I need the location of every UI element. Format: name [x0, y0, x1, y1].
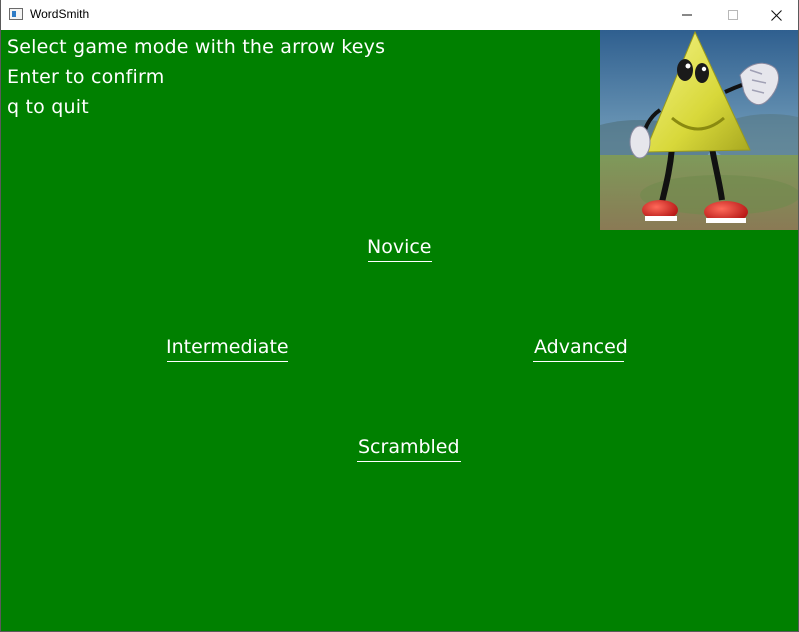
minimize-icon	[682, 14, 692, 16]
instruction-confirm: Enter to confirm	[7, 66, 165, 88]
mode-option-novice[interactable]: Novice	[367, 236, 432, 258]
mode-option-intermediate[interactable]: Intermediate	[166, 336, 289, 358]
mode-underline-intermediate	[167, 361, 288, 362]
mode-option-advanced[interactable]: Advanced	[534, 336, 628, 358]
mode-option-scrambled[interactable]: Scrambled	[358, 436, 460, 458]
app-window-icon	[9, 8, 23, 20]
mode-underline-advanced	[533, 361, 624, 362]
mascot-image	[600, 30, 798, 230]
mode-underline-novice	[368, 261, 432, 262]
close-button[interactable]	[753, 0, 798, 30]
minimize-button[interactable]	[664, 0, 710, 30]
mode-underline-scrambled	[357, 461, 461, 462]
instruction-quit: q to quit	[7, 96, 89, 118]
game-canvas[interactable]: Select game mode with the arrow keys Ent…	[1, 30, 798, 631]
app-window: WordSmith Select game mode with the arro…	[0, 0, 799, 632]
maximize-icon	[728, 10, 738, 20]
title-bar[interactable]: WordSmith	[1, 0, 798, 30]
maximize-button[interactable]	[710, 0, 756, 30]
instruction-select-mode: Select game mode with the arrow keys	[7, 36, 386, 58]
close-icon	[770, 9, 782, 21]
window-title: WordSmith	[30, 7, 90, 21]
